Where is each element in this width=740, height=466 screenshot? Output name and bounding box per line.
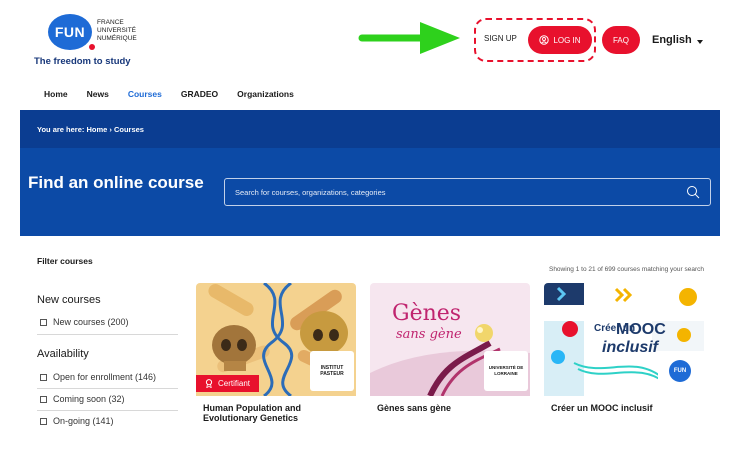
nav-news[interactable]: News	[87, 89, 109, 99]
filter-coming-soon[interactable]: Coming soon (32)	[40, 394, 125, 404]
filter-open-for-enrollment[interactable]: Open for enrollment (146)	[40, 372, 156, 382]
filter-on-going[interactable]: On-going (141)	[40, 416, 114, 426]
nav-courses[interactable]: Courses	[128, 89, 162, 99]
breadcrumb-bar: You are here: Home › Courses	[20, 110, 720, 148]
thumbnail-title: Gènes	[392, 301, 462, 326]
course-title[interactable]: Créer un MOOC inclusif	[551, 403, 701, 413]
nav-organizations[interactable]: Organizations	[237, 89, 294, 99]
checkbox-icon	[40, 395, 47, 403]
filter-item-label: Coming soon (32)	[53, 394, 125, 404]
checkbox-icon	[40, 417, 47, 425]
chevron-down-icon	[696, 39, 703, 44]
logo-mark: FUN	[48, 14, 92, 50]
filter-divider	[37, 410, 178, 411]
certifiant-badge: Certifiant	[196, 375, 260, 392]
site-header: FUN FRANCE UNIVERSITÉ NUMÉRIQUE The free…	[0, 0, 740, 110]
filter-divider	[37, 334, 178, 335]
checkbox-icon	[40, 318, 47, 326]
org-logo-label: UNIVERSITÉ DE LORRAINE	[488, 365, 524, 376]
course-card[interactable]: INSTITUT PASTEUR Certifiant Human Popula…	[196, 283, 356, 433]
filter-group-title: New courses	[37, 294, 101, 306]
breadcrumb[interactable]: You are here: Home › Courses	[37, 125, 144, 134]
search-input[interactable]	[235, 179, 665, 205]
thumbnail-line-3: inclusif	[602, 339, 659, 356]
org-logo: UNIVERSITÉ DE LORRAINE	[484, 351, 528, 391]
page-title: Find an online course	[28, 173, 204, 192]
certifiant-label: Certifiant	[218, 379, 251, 388]
log-in-label: LOG IN	[553, 35, 581, 45]
fun-logo[interactable]: FUN FRANCE UNIVERSITÉ NUMÉRIQUE The free…	[34, 14, 174, 70]
search-icon[interactable]	[686, 185, 700, 199]
nav-gradeo[interactable]: GRADEO	[181, 89, 218, 99]
log-in-button[interactable]: LOG IN	[528, 26, 592, 54]
org-logo-label: FUN	[669, 360, 691, 382]
course-card[interactable]: Gènes sans gène UNIVERSITÉ DE LORRAINE G…	[370, 283, 530, 433]
logo-line-3: NUMÉRIQUE	[97, 35, 137, 42]
sign-up-link[interactable]: SIGN UP	[484, 34, 517, 43]
logo-tagline: The freedom to study	[34, 56, 131, 67]
course-title[interactable]: Gènes sans gène	[377, 403, 527, 413]
course-card[interactable]: Créer un MOOC inclusif FUN Créer un MOOC…	[544, 283, 704, 433]
filter-item-label: On-going (141)	[53, 416, 114, 426]
org-logo: FUN	[658, 351, 702, 391]
thumbnail-line-2: MOOC	[616, 321, 666, 338]
org-logo-label: INSTITUT PASTEUR	[320, 365, 344, 377]
thumbnail-subtitle: sans gène	[396, 327, 462, 342]
course-search	[224, 178, 711, 206]
checkbox-icon	[40, 373, 47, 381]
filter-item-label: Open for enrollment (146)	[53, 372, 157, 382]
logo-line-2: UNIVERSITÉ	[97, 27, 137, 34]
filter-group-title: Availability	[37, 348, 89, 360]
language-label: English	[652, 34, 692, 46]
search-hero: Find an online course	[20, 148, 720, 236]
logo-line-1: FRANCE	[97, 19, 124, 26]
filter-item-label: New courses (200)	[53, 317, 129, 327]
org-logo: INSTITUT PASTEUR	[310, 351, 354, 391]
nav-home[interactable]: Home	[44, 89, 68, 99]
logo-text: FRANCE UNIVERSITÉ NUMÉRIQUE	[97, 19, 137, 43]
course-title[interactable]: Human Population and Evolutionary Geneti…	[203, 403, 353, 423]
main-nav: Home News Courses GRADEO Organizations	[44, 89, 294, 99]
award-icon	[205, 379, 213, 388]
green-arrow-icon	[358, 22, 460, 54]
filter-divider	[37, 388, 178, 389]
filter-heading: Filter courses	[37, 256, 93, 266]
user-icon	[539, 35, 550, 45]
results-summary: Showing 1 to 21 of 699 courses matching …	[548, 266, 704, 273]
filter-new-courses[interactable]: New courses (200)	[40, 317, 129, 327]
language-selector[interactable]: English	[652, 34, 703, 46]
logo-dot	[89, 44, 95, 50]
faq-button[interactable]: FAQ	[602, 26, 640, 54]
